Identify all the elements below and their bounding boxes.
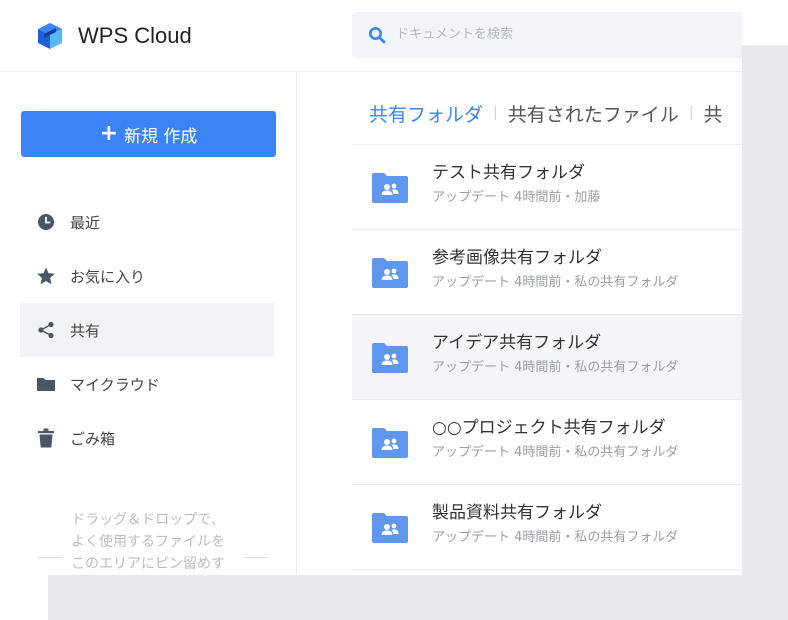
app-title: WPS Cloud <box>78 23 192 48</box>
share-icon <box>36 320 56 340</box>
folder-row[interactable]: 参考画像共有フォルダ アップデート 4時間前・私の共有フォルダ <box>352 230 742 315</box>
shared-folder-icon <box>372 258 408 288</box>
shared-folder-icon <box>372 343 408 373</box>
sidebar-item-label: ごみ箱 <box>70 429 116 448</box>
drop-hint-line: ドラッグ＆ドロップで、 <box>71 512 225 528</box>
folder-row[interactable]: 製品資料共有フォルダ アップデート 4時間前・私の共有フォルダ <box>352 485 742 570</box>
sidebar-item-shared[interactable]: 共有 <box>20 303 274 357</box>
wps-cloud-logo-icon <box>38 23 62 49</box>
sidebar-item-trash[interactable]: ごみ箱 <box>20 411 274 465</box>
search-icon <box>369 27 386 44</box>
search-input[interactable]: ドキュメントを検索 <box>396 25 513 45</box>
search-bar[interactable]: ドキュメントを検索 <box>352 12 742 58</box>
folder-name: 参考画像共有フォルダ <box>432 248 602 268</box>
folder-meta: アップデート 4時間前・私の共有フォルダ <box>432 445 679 460</box>
folder-name: ○○プロジェクト共有フォルダ <box>432 418 666 438</box>
pin-drop-hint: ドラッグ＆ドロップで、 よく使用するファイルを このエリアにピン留めす <box>38 509 258 575</box>
clock-icon <box>36 212 56 232</box>
sidebar-item-label: 共有 <box>70 321 101 340</box>
tab-separator: | <box>493 105 498 121</box>
drop-hint-line: よく使用するファイルを <box>71 534 225 550</box>
app-header: WPS Cloud ドキュメントを検索 <box>0 0 742 72</box>
new-create-label: 新規 作成 <box>124 126 198 147</box>
folder-row[interactable]: テスト共有フォルダ アップデート 4時間前・加藤 <box>352 145 742 230</box>
folder-meta: アップデート 4時間前・私の共有フォルダ <box>432 530 679 545</box>
sidebar-item-favorites[interactable]: お気に入り <box>20 249 274 303</box>
folder-icon <box>36 374 56 394</box>
plus-icon: + <box>99 121 119 146</box>
shared-folder-icon <box>372 428 408 458</box>
folder-meta: アップデート 4時間前・私の共有フォルダ <box>432 275 679 290</box>
folder-name: 製品資料共有フォルダ <box>432 503 602 523</box>
divider <box>244 557 268 558</box>
sidebar-item-recent[interactable]: 最近 <box>20 195 274 249</box>
folder-name: テスト共有フォルダ <box>432 163 585 183</box>
sidebar-item-label: 最近 <box>70 213 101 232</box>
star-icon <box>36 266 56 286</box>
shared-folder-icon <box>372 173 408 203</box>
divider <box>38 557 62 558</box>
trash-icon <box>36 428 56 448</box>
tab-shared-folders[interactable]: 共有フォルダ <box>369 100 483 127</box>
sidebar: + 新規 作成 最近 お気に入り 共有 マイクラウド ごみ箱 ドラッグ＆ドロップ… <box>0 72 297 575</box>
sidebar-item-label: お気に入り <box>70 267 146 286</box>
folder-row[interactable]: ○○プロジェクト共有フォルダ アップデート 4時間前・私の共有フォルダ <box>352 400 742 485</box>
folder-meta: アップデート 4時間前・加藤 <box>432 190 601 205</box>
drop-hint-line: このエリアにピン留めす <box>71 556 225 572</box>
folder-name: アイデア共有フォルダ <box>432 333 602 353</box>
folder-tabs: 共有フォルダ | 共有されたファイル | 共 <box>369 99 722 127</box>
tab-truncated[interactable]: 共 <box>703 100 722 127</box>
folder-row[interactable]: アイデア共有フォルダ アップデート 4時間前・私の共有フォルダ <box>352 315 742 400</box>
tab-shared-files[interactable]: 共有されたファイル <box>508 100 679 127</box>
sidebar-item-label: マイクラウド <box>70 375 160 394</box>
shared-folder-icon <box>372 513 408 543</box>
folder-meta: アップデート 4時間前・私の共有フォルダ <box>432 360 679 375</box>
new-create-button[interactable]: + 新規 作成 <box>21 111 276 157</box>
app-window: WPS Cloud ドキュメントを検索 + 新規 作成 最近 お気に入り 共有 … <box>0 0 742 575</box>
tab-separator: | <box>688 105 694 121</box>
sidebar-item-my-cloud[interactable]: マイクラウド <box>20 357 274 411</box>
